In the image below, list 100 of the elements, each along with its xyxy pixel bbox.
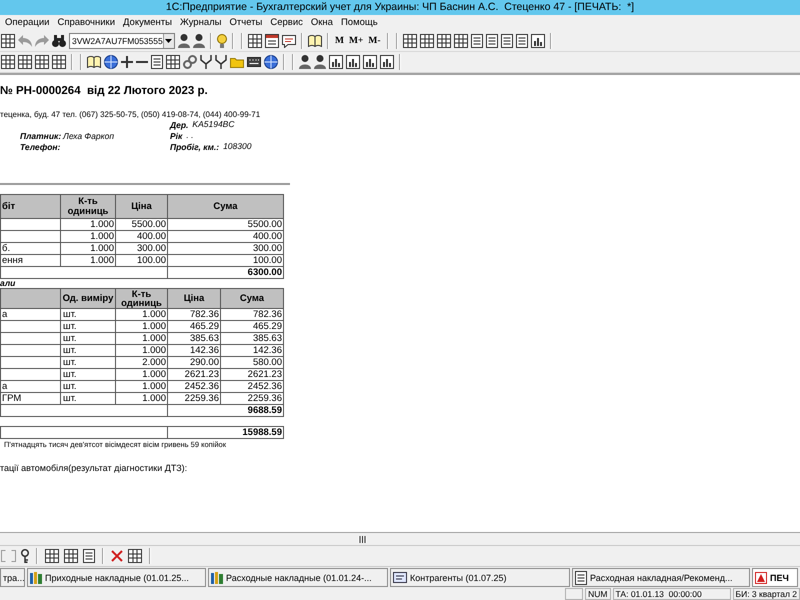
grip-icon[interactable] (359, 536, 366, 542)
document-icon[interactable] (486, 34, 498, 48)
document-icon[interactable] (500, 34, 512, 48)
card-icon[interactable] (393, 572, 407, 583)
caret-icon[interactable] (165, 39, 172, 43)
grid-icon[interactable] (454, 34, 468, 48)
window-tab[interactable]: Расходная накладная/Рекоменд... (572, 568, 750, 587)
key-icon[interactable] (21, 549, 29, 563)
table-cell: 385.63 (220, 332, 284, 344)
chart-icon[interactable] (530, 34, 544, 48)
dropdown-button[interactable] (162, 34, 174, 48)
table-cell: 5500.00 (168, 218, 284, 230)
grid-icon[interactable] (436, 34, 450, 48)
grid-icon[interactable] (402, 34, 416, 48)
table-cell: шт. (60, 344, 116, 356)
window-tab[interactable]: ПЕЧ (752, 568, 798, 587)
grid-icon[interactable] (1, 55, 15, 69)
table-cell: 2259.36 (220, 392, 284, 404)
window-tab[interactable]: Расходные накладные (01.01.24-... (208, 568, 388, 587)
table-cell: 400.00 (116, 230, 168, 242)
table-cell: 385.63 (168, 332, 220, 344)
grid-icon[interactable] (248, 34, 262, 48)
memory-button[interactable]: M+ (348, 35, 364, 47)
triangle-icon[interactable] (755, 572, 767, 584)
table-cell: б. (0, 242, 60, 254)
menu-item[interactable]: Помощь (338, 17, 381, 29)
person-icon[interactable] (178, 34, 190, 48)
address-line: теценка, буд. 47 тел. (067) 325-50-75, (050) 419-08-74, (044) 400-99-71 (0, 109, 260, 120)
table-cell: 2452.36 (168, 380, 220, 392)
keyboard-icon[interactable] (247, 57, 261, 67)
book-icon[interactable] (308, 35, 322, 47)
table-cell: 1.000 (116, 320, 168, 332)
menu-item[interactable]: Сервис (267, 17, 306, 29)
globe-icon[interactable] (104, 55, 118, 69)
document-icon[interactable] (470, 34, 482, 48)
menu-item[interactable]: Документы (120, 17, 175, 29)
memory-button[interactable]: M (334, 35, 345, 47)
document-icon[interactable] (575, 570, 587, 584)
books-icon[interactable] (211, 572, 223, 584)
column-header: Сума (220, 288, 284, 308)
status-text: ТА: 01.01.13 00:00:00 (612, 588, 731, 600)
field-label: Платник: (20, 131, 62, 142)
chart-icon[interactable] (346, 55, 360, 69)
empty-cell (0, 356, 60, 368)
person-icon[interactable] (193, 34, 205, 48)
grid-icon[interactable] (35, 55, 49, 69)
table-cell: 580.00 (220, 356, 284, 368)
globe-icon[interactable] (264, 55, 278, 69)
menu-item[interactable]: Операции (2, 17, 52, 29)
grid-icon[interactable] (1, 34, 15, 48)
field-value: . . (186, 131, 194, 140)
calendar-icon[interactable] (265, 34, 279, 48)
document-icon[interactable] (151, 55, 163, 69)
window-tab[interactable]: Приходные накладные (01.01.25... (27, 568, 206, 587)
table-cell: 465.29 (220, 320, 284, 332)
table-cell: 2452.36 (220, 380, 284, 392)
document-icon[interactable] (516, 34, 528, 48)
menu-item[interactable]: Журналы (177, 17, 224, 29)
person-icon[interactable] (314, 55, 326, 69)
memory-button[interactable]: M- (367, 35, 382, 47)
window-tab[interactable]: тра... (0, 568, 25, 587)
chart-icon[interactable] (380, 55, 394, 69)
table-cell: 1.000 (116, 368, 168, 380)
lightbulb-icon[interactable] (217, 34, 227, 48)
chart-icon[interactable] (329, 55, 343, 69)
menu-item[interactable]: Отчеты (226, 17, 266, 29)
chat-icon[interactable] (282, 34, 296, 48)
person-icon[interactable] (299, 55, 311, 69)
empty-cell (0, 218, 60, 230)
grid-icon[interactable] (166, 55, 180, 69)
chart-icon[interactable] (363, 55, 377, 69)
search-field[interactable]: 3VW2A7AU7FM053555 (69, 33, 175, 49)
grid-icon[interactable] (18, 55, 32, 69)
window-tab[interactable]: Контрагенты (01.07.25) (390, 568, 570, 587)
link-icon[interactable] (183, 55, 197, 69)
plus-icon[interactable] (121, 56, 133, 68)
book-icon[interactable] (87, 56, 101, 68)
grid-icon[interactable] (420, 34, 434, 48)
table-cell: 1.000 (116, 332, 168, 344)
fork-icon[interactable] (215, 55, 227, 69)
grid-icon[interactable] (45, 549, 59, 563)
fork-icon[interactable] (200, 55, 212, 69)
grid-icon[interactable] (52, 55, 66, 69)
table-cell: 1.000 (116, 392, 168, 404)
table-cell: 400.00 (168, 230, 284, 242)
empty-cell (0, 332, 60, 344)
document-icon[interactable] (83, 549, 95, 563)
table-cell: шт. (60, 332, 116, 344)
menu-item[interactable]: Окна (308, 17, 336, 29)
cross-icon[interactable] (111, 550, 123, 562)
menu-item[interactable]: Справочники (54, 17, 118, 29)
grid-icon[interactable] (128, 549, 142, 563)
books-icon[interactable] (30, 572, 42, 584)
note-text: тації автомобіля(результат діагностики ДТЗ): (0, 462, 188, 474)
table-cell: 100.00 (116, 254, 168, 266)
document-title: № РН-0000264 від 22 Лютого 2023 р. (0, 84, 208, 99)
binoculars-icon[interactable] (52, 35, 66, 47)
table-cell: 290.00 (168, 356, 220, 368)
table-cell: шт. (60, 356, 116, 368)
grid-icon[interactable] (64, 549, 78, 563)
